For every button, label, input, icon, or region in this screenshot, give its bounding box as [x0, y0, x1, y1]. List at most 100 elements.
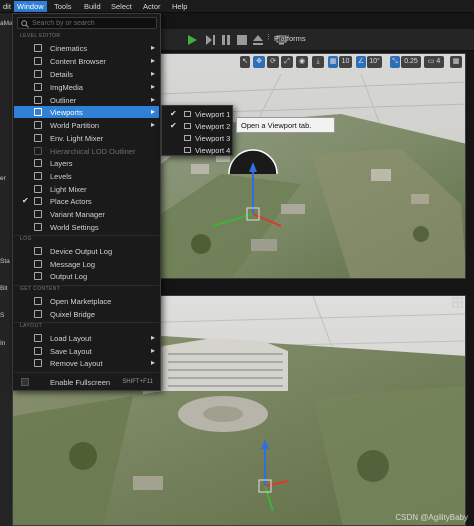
details-icon [34, 70, 42, 78]
submenu-arrow-icon: ▸ [150, 82, 155, 91]
submenu-item-viewport-2[interactable]: ✔ Viewport 2 [163, 120, 232, 132]
menu-item-label: Hierarchical LOD Outliner [50, 147, 136, 156]
angle-snap-icon[interactable]: ∠ [356, 56, 366, 68]
cinematics-icon [34, 44, 42, 52]
submenu-arrow-icon: ▸ [150, 120, 155, 129]
step-icon[interactable] [204, 34, 216, 46]
menu-item-enable-fullscreen[interactable]: Enable Fullscreen SHIFT+F11 [14, 376, 159, 388]
camera-icon: ▭ [427, 58, 435, 65]
menu-item-label: Content Browser [50, 57, 106, 66]
menu-item-details[interactable]: Details ▸ [14, 68, 159, 80]
menu-window[interactable]: Window [14, 1, 47, 12]
menu-item-world-partition[interactable]: World Partition ▸ [14, 119, 159, 131]
tooltip: Open a Viewport tab. [236, 117, 335, 133]
menu-item-outliner[interactable]: Outliner ▸ [14, 94, 159, 106]
menu-item-cinematics[interactable]: Cinematics ▸ [14, 42, 159, 54]
submenu-arrow-icon: ▸ [150, 107, 155, 116]
layout-icon [34, 347, 42, 355]
viewport-top[interactable] [160, 53, 466, 279]
menu-item-open-marketplace[interactable]: Open Marketplace [14, 295, 159, 307]
options-dots-icon[interactable]: ⋮ [265, 33, 272, 41]
viewport-icon [184, 135, 191, 141]
platforms-button[interactable]: Platforms [274, 34, 306, 43]
menu-item-env-light-mixer[interactable]: Env. Light Mixer [14, 132, 159, 144]
rotate-icon[interactable]: ⟳ [267, 56, 279, 68]
hlod-outliner-icon [34, 147, 42, 155]
menu-item-layers[interactable]: Layers [14, 157, 159, 169]
camera-speed-button[interactable]: ▭ 4 [424, 56, 444, 68]
submenu-arrow-icon: ▸ [150, 69, 155, 78]
menu-select[interactable]: Select [108, 1, 135, 12]
menu-item-levels[interactable]: Levels [14, 170, 159, 182]
menu-item-remove-layout[interactable]: Remove Layout ▸ [14, 357, 159, 369]
menu-item-message-log[interactable]: Message Log [14, 258, 159, 270]
content-browser-icon [34, 57, 42, 65]
menu-separator [14, 372, 159, 373]
maximize-viewport-icon[interactable] [452, 297, 463, 308]
main-toolbar: ⋮ [160, 29, 474, 51]
translate-icon[interactable]: ✥ [253, 56, 265, 68]
menu-item-save-layout[interactable]: Save Layout ▸ [14, 345, 159, 357]
menu-item-viewports[interactable]: Viewports ▸ [14, 106, 159, 118]
pause-icon[interactable] [220, 34, 232, 46]
surface-snap-icon[interactable]: ⤓ [312, 56, 324, 68]
grid-snap-icon[interactable]: ▦ [328, 56, 338, 68]
menu-item-world-settings[interactable]: World Settings [14, 221, 159, 233]
world-partition-icon [34, 121, 42, 129]
left-panel-strip: aMa er Sta Bit S In [0, 13, 13, 526]
window-menu: LEVEL EDITOR Cinematics ▸ Content Browse… [12, 13, 161, 391]
menu-help[interactable]: Help [169, 1, 190, 12]
menu-actor[interactable]: Actor [140, 1, 164, 12]
menu-search-box[interactable] [17, 17, 157, 29]
menu-tools[interactable]: Tools [51, 1, 75, 12]
play-icon[interactable] [186, 34, 198, 46]
menu-item-variant-manager[interactable]: Variant Manager [14, 208, 159, 220]
menu-item-place-actors[interactable]: ✔ Place Actors [14, 195, 159, 207]
menu-item-label: Levels [50, 172, 72, 181]
shortcut-label: SHIFT+F11 [122, 379, 153, 385]
fullscreen-checkbox[interactable] [21, 378, 29, 386]
submenu-arrow-icon: ▸ [150, 333, 155, 342]
submenu-arrow-icon: ▸ [150, 346, 155, 355]
submenu-item-viewport-3[interactable]: Viewport 3 [163, 132, 232, 144]
submenu-item-label: Viewport 2 [195, 122, 231, 131]
menu-item-light-mixer[interactable]: Light Mixer [14, 183, 159, 195]
light-mixer-icon [34, 134, 42, 142]
submenu-item-viewport-4[interactable]: Viewport 4 [163, 144, 232, 156]
scale-snap-value[interactable]: 0.25 [401, 56, 421, 68]
menu-item-label: Viewports [50, 108, 83, 117]
menu-edit[interactable]: dit [0, 1, 14, 12]
select-mode-icon[interactable]: ↖ [240, 56, 250, 68]
scale-snap-icon[interactable]: ⤡ [390, 56, 400, 68]
menu-item-label: Layers [50, 159, 73, 168]
menu-item-label: Enable Fullscreen [50, 378, 111, 387]
eject-icon[interactable] [252, 34, 264, 46]
submenu-arrow-icon: ▸ [150, 95, 155, 104]
menu-search-input[interactable] [32, 18, 152, 28]
menu-separator [14, 235, 159, 236]
angle-snap-value[interactable]: 10° [367, 56, 382, 68]
scale-icon[interactable]: ⤢ [281, 56, 293, 68]
grid-snap-value[interactable]: 10 [339, 56, 352, 68]
outliner-icon [34, 96, 42, 104]
variant-manager-icon [34, 210, 42, 218]
menu-item-load-layout[interactable]: Load Layout ▸ [14, 332, 159, 344]
panel-fragment: aMa [0, 20, 13, 27]
menu-item-imgmedia[interactable]: ImgMedia ▸ [14, 81, 159, 93]
menu-item-device-output-log[interactable]: Device Output Log [14, 245, 159, 257]
menu-item-label: World Settings [50, 223, 99, 232]
menu-item-label: Place Actors [50, 197, 92, 206]
stop-icon[interactable] [236, 34, 248, 46]
menu-item-output-log[interactable]: Output Log [14, 270, 159, 282]
submenu-item-label: Viewport 1 [195, 110, 231, 119]
watermark: CSDN @AgilityBaby [395, 513, 468, 522]
log-icon [34, 247, 42, 255]
menu-build[interactable]: Build [81, 1, 104, 12]
menu-item-label: Message Log [50, 260, 96, 269]
world-space-icon[interactable]: ◉ [296, 56, 308, 68]
maximize-viewport-icon[interactable]: ▦ [450, 56, 462, 68]
submenu-item-viewport-1[interactable]: ✔ Viewport 1 [163, 108, 232, 120]
menu-item-quixel-bridge[interactable]: Quixel Bridge [14, 308, 159, 320]
menu-item-content-browser[interactable]: Content Browser ▸ [14, 55, 159, 67]
submenu-arrow-icon: ▸ [150, 56, 155, 65]
